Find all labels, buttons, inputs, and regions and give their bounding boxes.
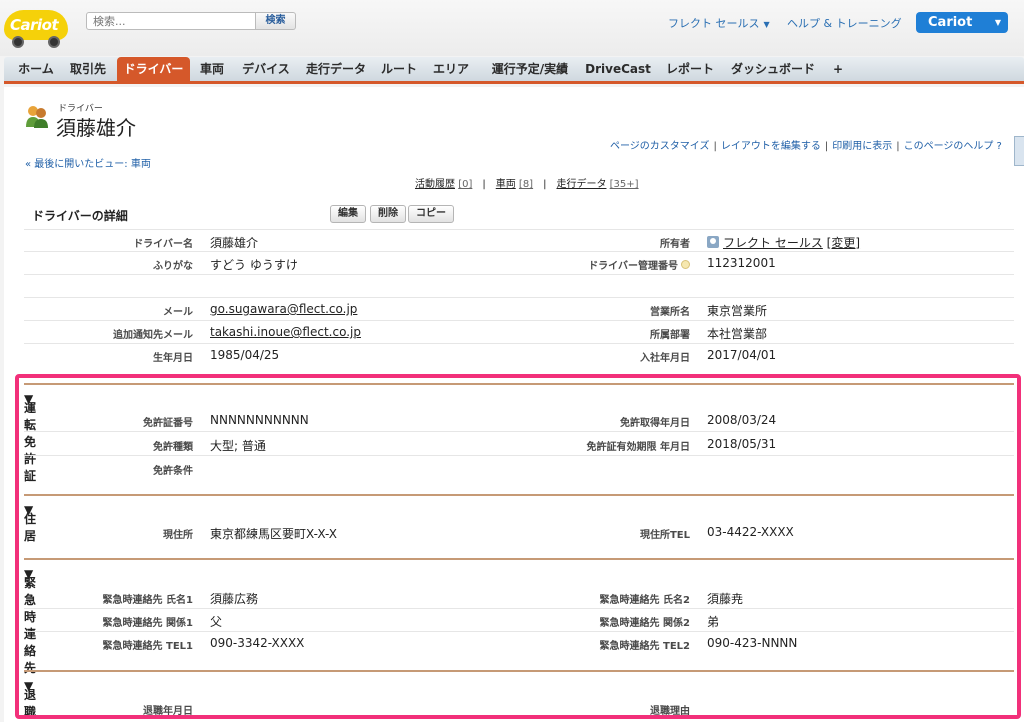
tab-reports[interactable]: レポート: [662, 57, 718, 81]
edit-button[interactable]: 編集: [330, 205, 366, 223]
help-question-icon[interactable]: ?: [996, 141, 1001, 152]
field-label: 営業所名: [650, 307, 690, 318]
tab-home[interactable]: ホーム: [14, 57, 58, 81]
dept-value: 本社営業部: [707, 327, 768, 341]
tab-drivecast[interactable]: DriveCast: [582, 57, 654, 81]
logo-text: Cariot: [10, 16, 59, 34]
furigana-value: すどう ゆうすけ: [210, 258, 298, 272]
field-label: 追加通知先メール: [113, 330, 193, 341]
cariot-logo[interactable]: Cariot: [4, 6, 68, 48]
top-bar: Cariot 検索 フレクト セールス▼ ヘルプ & トレーニング Cariot…: [0, 0, 1024, 56]
related-link-vehicles[interactable]: 車両: [496, 179, 516, 190]
field-label: 所有者: [660, 239, 690, 250]
tab-schedule[interactable]: 運行予定/実績: [482, 57, 578, 81]
detail-row: 追加通知先メール takashi.inoue@flect.co.jp 所属部署 …: [24, 321, 1014, 344]
wheel-icon: [48, 36, 60, 48]
page-help-links: ページのカスタマイズ | レイアウトを編集する | 印刷用に表示 | このページのヘルプ?: [610, 141, 1002, 152]
owner-value: フレクト セールス [変更]: [707, 234, 860, 251]
tab-accounts[interactable]: 取引先: [66, 57, 110, 81]
wheel-icon: [12, 36, 24, 48]
app-menu-button[interactable]: Cariot ▼: [916, 12, 1008, 33]
search-input[interactable]: [86, 12, 256, 30]
help-training-link[interactable]: ヘルプ & トレーニング: [787, 15, 902, 31]
change-owner-link[interactable]: [変更]: [827, 236, 860, 250]
copy-button[interactable]: コピー: [408, 205, 454, 223]
recent-view-link[interactable]: « 最後に開いたビュー: 車両: [25, 155, 151, 170]
customize-page-link[interactable]: ページのカスタマイズ: [610, 141, 710, 152]
tab-routes[interactable]: ルート: [378, 57, 420, 81]
tab-vehicles[interactable]: 車両: [196, 57, 228, 81]
driver-name-value: 須藤雄介: [210, 236, 259, 250]
detail-row: ドライバー名 須藤雄介 所有者 フレクト セールス [変更]: [24, 229, 1014, 252]
detail-row: メール go.sugawara@flect.co.jp 営業所名 東京営業所: [24, 298, 1014, 321]
tab-add-icon[interactable]: +: [830, 57, 846, 81]
tab-bar: ホーム 取引先 ドライバー 車両 デバイス 走行データ ルート エリア 運行予定…: [4, 57, 1024, 84]
tab-dashboards[interactable]: ダッシュボード: [726, 57, 820, 81]
field-label: 入社年月日: [640, 353, 690, 364]
search-button[interactable]: 検索: [256, 12, 296, 30]
related-link-activity[interactable]: 活動履歴: [415, 179, 455, 190]
page-title: 須藤雄介: [56, 116, 136, 140]
highlight-frame: [15, 374, 1021, 719]
tab-areas[interactable]: エリア: [430, 57, 472, 81]
field-label: 所属部署: [650, 330, 690, 341]
detail-row: 生年月日 1985/04/25 入社年月日 2017/04/01: [24, 344, 1014, 367]
sidebar-toggle[interactable]: [1014, 136, 1024, 166]
detail-row-empty: [24, 275, 1014, 298]
tab-driving-data[interactable]: 走行データ: [302, 57, 370, 81]
extra-email-link[interactable]: takashi.inoue@flect.co.jp: [210, 325, 361, 339]
field-label: ふりがな: [153, 261, 193, 272]
edit-layout-link[interactable]: レイアウトを編集する: [721, 141, 821, 152]
info-icon[interactable]: [681, 260, 690, 269]
delete-button[interactable]: 削除: [370, 205, 406, 223]
field-label: 生年月日: [153, 353, 193, 364]
printable-view-link[interactable]: 印刷用に表示: [832, 141, 892, 152]
field-label: メール: [163, 307, 193, 318]
detail-row: ふりがな すどう ゆうすけ ドライバー管理番号 112312001: [24, 252, 1014, 275]
related-list-links: 活動履歴 [0] | 車両 [8] | 走行データ [35+]: [415, 179, 639, 190]
birth-value: 1985/04/25: [210, 348, 280, 362]
user-menu[interactable]: フレクト セールス ▼: [668, 15, 770, 31]
page-help-link[interactable]: このページのヘルプ: [904, 141, 994, 152]
email-link[interactable]: go.sugawara@flect.co.jp: [210, 302, 357, 316]
detail-heading: ドライバーの詳細: [32, 209, 128, 223]
owner-link[interactable]: フレクト セールス: [723, 236, 823, 250]
hire-value: 2017/04/01: [707, 348, 777, 362]
chevron-down-icon: ▼: [763, 20, 770, 29]
office-value: 東京営業所: [707, 304, 768, 318]
field-label: ドライバー管理番号: [588, 257, 690, 272]
related-link-driving-data[interactable]: 走行データ: [556, 179, 606, 190]
mgmt-no-value: 112312001: [707, 256, 776, 270]
chevron-down-icon: ▼: [994, 18, 1001, 27]
driver-icon: [24, 103, 50, 129]
tab-drivers[interactable]: ドライバー: [117, 57, 190, 81]
tab-devices[interactable]: デバイス: [238, 57, 294, 81]
field-label: ドライバー名: [133, 239, 193, 250]
user-icon: [707, 236, 719, 248]
